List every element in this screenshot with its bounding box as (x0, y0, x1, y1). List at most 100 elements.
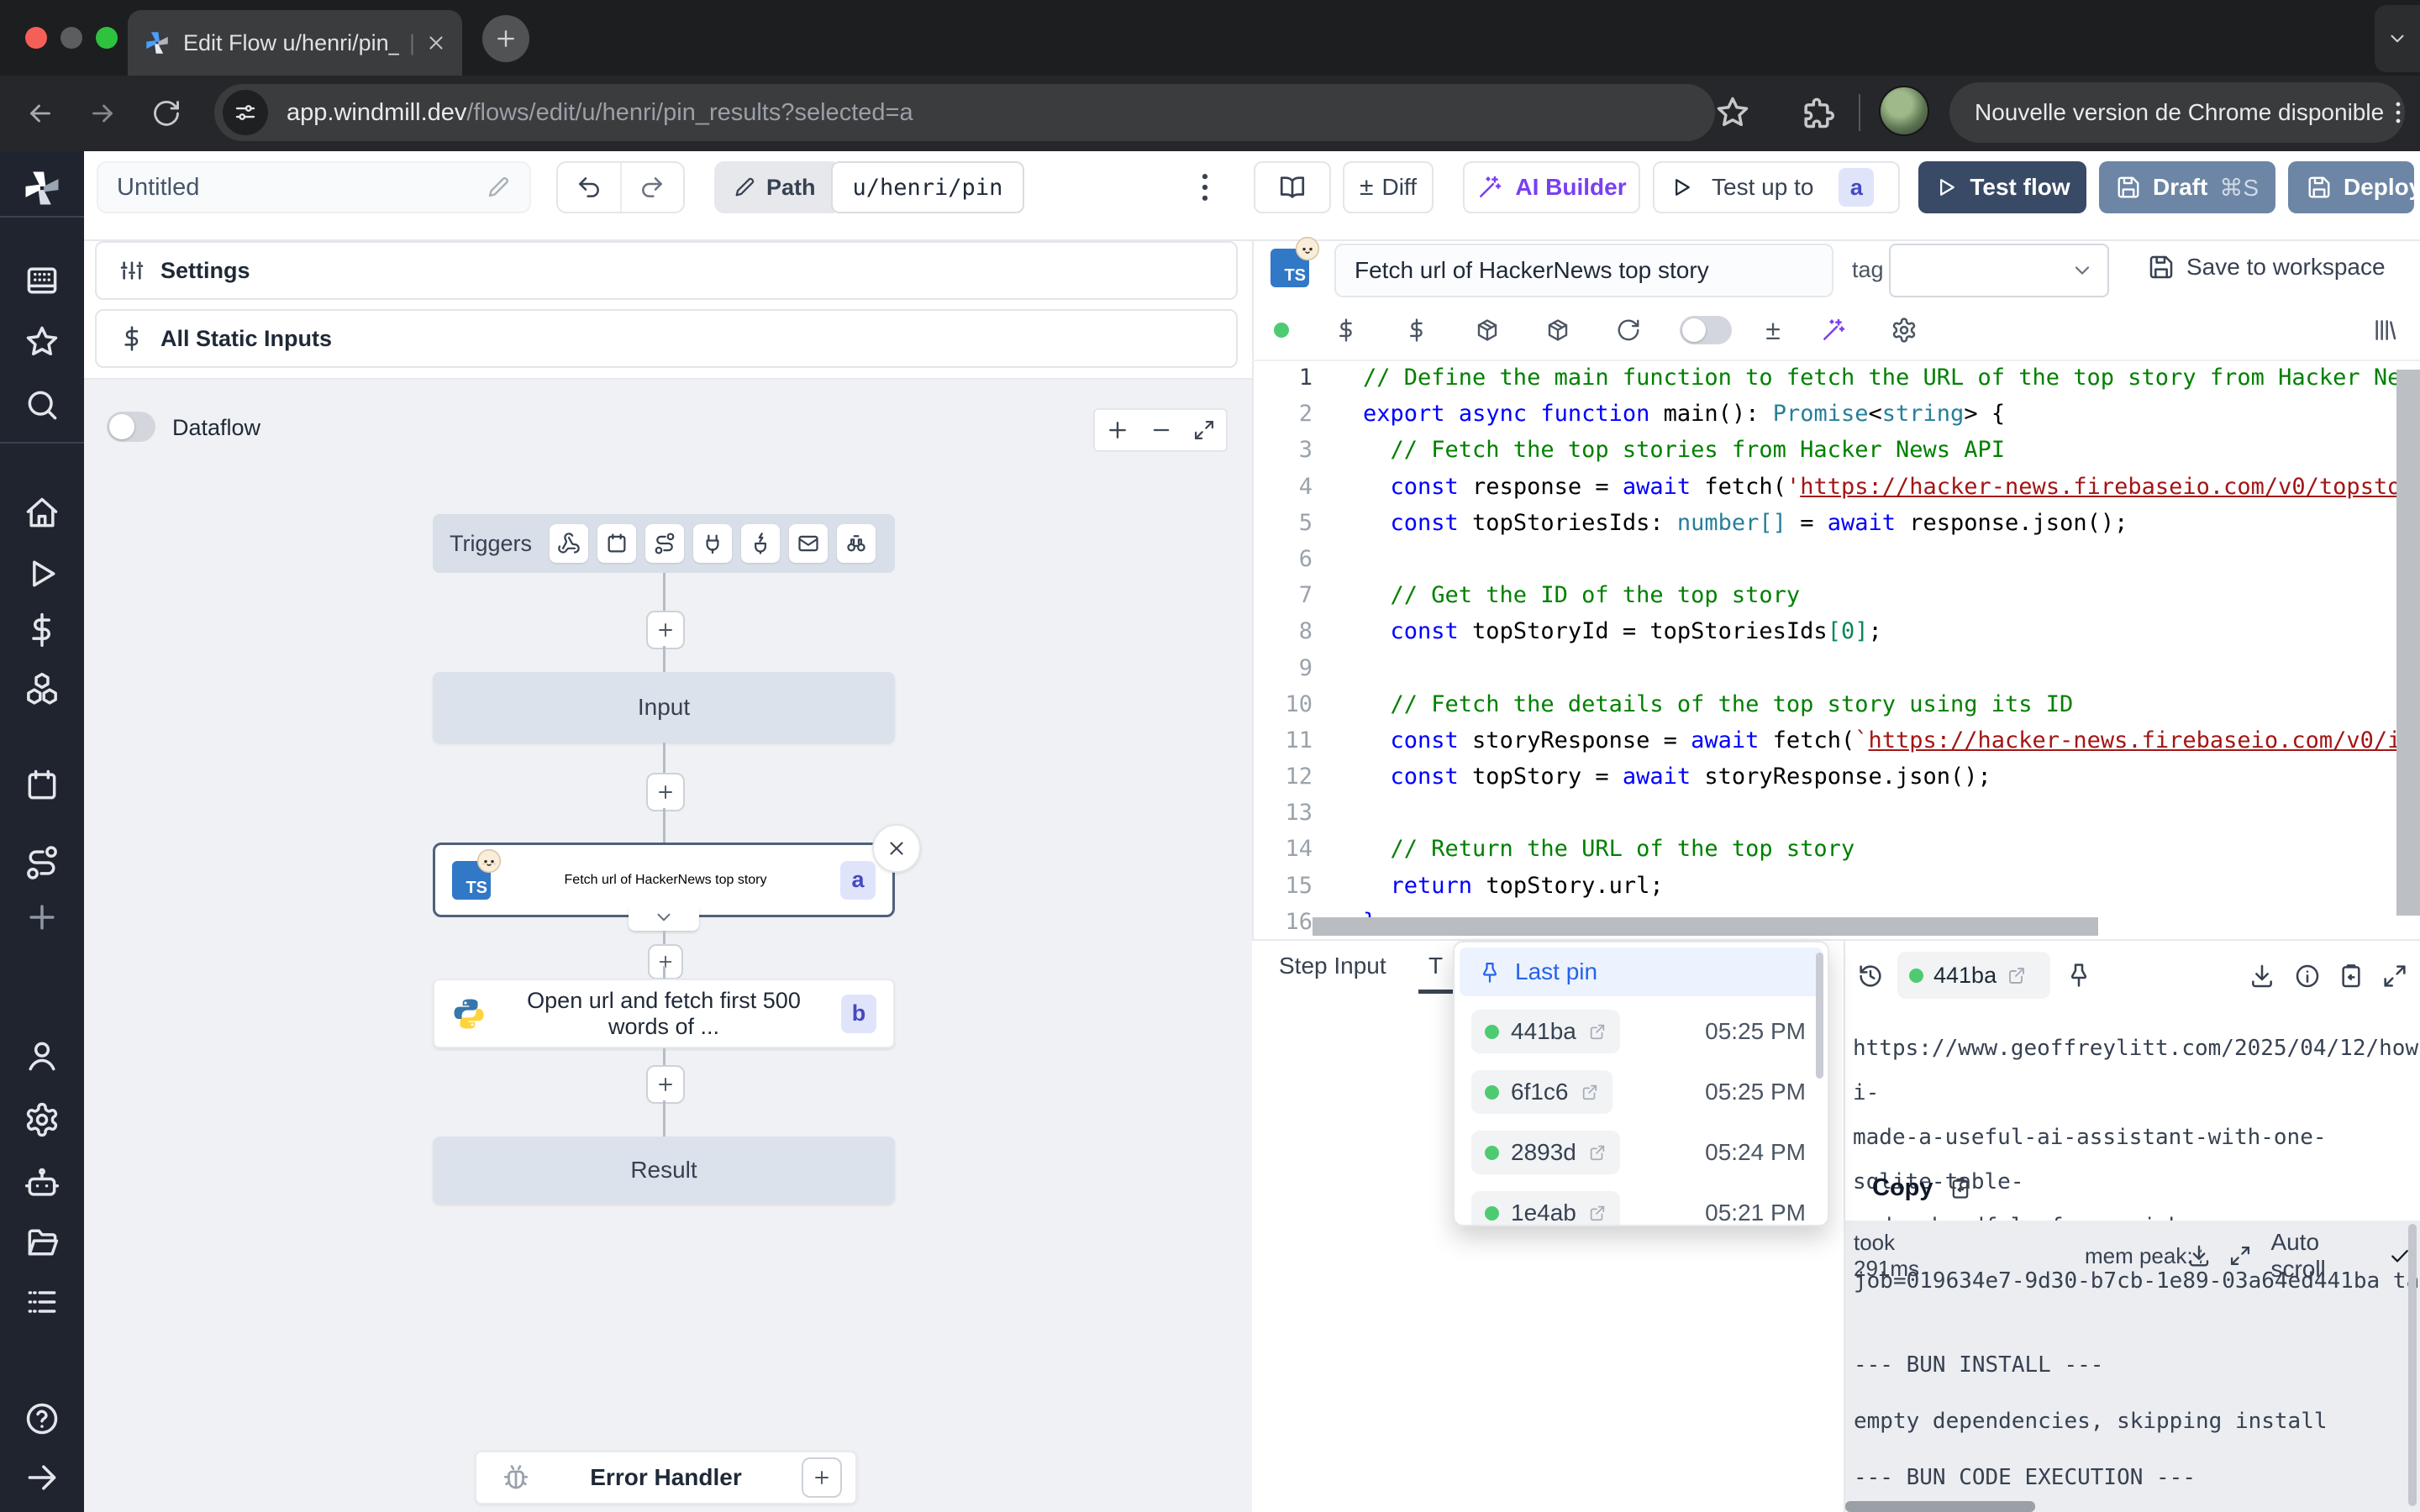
tab-step-input[interactable]: Step Input (1279, 953, 1386, 979)
path-value[interactable]: u/henri/pin (831, 161, 1025, 213)
editor-settings-button[interactable] (1869, 317, 1939, 344)
pin-item[interactable]: 6f1c605:25 PM (1455, 1062, 1828, 1122)
close-tab-icon[interactable] (425, 32, 447, 54)
expand-result-icon[interactable] (2381, 963, 2408, 990)
editor-vertical-scrollbar[interactable] (2396, 370, 2420, 916)
tag-select[interactable] (1889, 244, 2109, 297)
poll-trigger-button[interactable] (837, 524, 876, 563)
step-title-input[interactable]: Fetch url of HackerNews top story (1334, 244, 1833, 297)
route-trigger-button[interactable] (645, 524, 684, 563)
save-to-workspace-button[interactable]: Save to workspace (2148, 254, 2386, 281)
folders-icon[interactable] (24, 1224, 60, 1261)
static-inputs-row[interactable]: All Static Inputs (95, 309, 1238, 368)
clipboard-icon[interactable] (2338, 963, 2365, 990)
log-vertical-scrollbar[interactable] (2408, 1224, 2417, 1506)
triggers-node[interactable]: Triggers (433, 514, 895, 573)
docs-button[interactable] (1254, 161, 1331, 213)
package-button[interactable] (1452, 318, 1523, 343)
search-icon[interactable] (24, 386, 60, 423)
job-badge[interactable]: 441ba (1897, 952, 2050, 999)
add-step-button[interactable] (646, 773, 685, 811)
email-trigger-button[interactable] (789, 524, 828, 563)
external-link-icon[interactable] (1588, 1204, 1607, 1222)
draft-button[interactable]: Draft ⌘S (2099, 161, 2275, 213)
editor-horizontal-scrollbar[interactable] (1313, 917, 2098, 936)
log-panel[interactable]: took 291ms mem peak: 2 Auto scroll job=0… (1845, 1221, 2420, 1512)
back-icon[interactable] (25, 98, 55, 129)
expand-sidebar-icon[interactable] (24, 1459, 60, 1496)
browser-menu-icon[interactable] (2384, 98, 2412, 127)
external-link-icon[interactable] (1588, 1022, 1607, 1041)
expand-step-button[interactable] (629, 904, 699, 931)
ai-assistant-button[interactable] (1798, 317, 1869, 344)
apps-icon[interactable] (24, 262, 60, 299)
dataflow-toggle[interactable] (107, 412, 155, 442)
result-node[interactable]: Result (433, 1137, 895, 1204)
editor-toggle[interactable] (1664, 316, 1748, 344)
schedule-trigger-button[interactable] (597, 524, 636, 563)
settings-icon[interactable] (24, 1101, 60, 1138)
add-step-button[interactable] (646, 611, 685, 649)
variables-icon[interactable] (24, 612, 60, 648)
pin-item[interactable]: 1e4ab05:21 PM (1455, 1183, 1828, 1226)
copy-button[interactable]: Copy (1872, 1174, 1972, 1202)
window-chevron-button[interactable] (2375, 5, 2420, 72)
code-editor[interactable]: 1// Define the main function to fetch th… (1252, 360, 2420, 939)
fullscreen-window-button[interactable] (96, 27, 118, 49)
flow-name-input[interactable]: Untitled (97, 161, 531, 213)
webhook-trigger-button[interactable] (550, 524, 588, 563)
external-link-icon[interactable] (1588, 1143, 1607, 1162)
home-icon[interactable] (24, 495, 60, 532)
reload-icon[interactable] (151, 98, 182, 129)
new-tab-button[interactable] (482, 15, 529, 62)
chrome-update-button[interactable]: Nouvelle version de Chrome disponible (1949, 82, 2405, 143)
diff-button[interactable]: ±Diff (1343, 161, 1434, 213)
expand-logs-icon[interactable] (2228, 1244, 2252, 1268)
pin-result-icon[interactable] (2065, 961, 2092, 988)
bookmark-icon[interactable] (1714, 94, 1751, 131)
favorites-icon[interactable] (24, 323, 60, 360)
routes-icon[interactable] (24, 844, 60, 881)
url-bar[interactable]: app.windmill.dev/flows/edit/u/henri/pin_… (214, 84, 1715, 141)
remove-step-button[interactable] (872, 824, 921, 873)
pin-item[interactable]: 441ba05:25 PM (1455, 1001, 1828, 1062)
external-link-icon[interactable] (1581, 1083, 1599, 1101)
step-b-node[interactable]: Open url and fetch first 500 words of ..… (433, 979, 895, 1048)
download-result-icon[interactable] (2249, 963, 2275, 990)
settings-row[interactable]: Settings (95, 241, 1238, 300)
test-flow-button[interactable]: Test flow (1918, 161, 2086, 213)
package-button-2[interactable] (1523, 318, 1593, 343)
library-button[interactable] (2349, 317, 2420, 344)
websocket-trigger-button[interactable] (693, 524, 732, 563)
info-icon[interactable] (2294, 963, 2321, 990)
log-horizontal-scrollbar[interactable] (1845, 1501, 2035, 1512)
browser-tab[interactable]: Edit Flow u/henri/pin_results | (128, 10, 462, 76)
runs-icon[interactable] (24, 555, 60, 592)
ai-builder-button[interactable]: AI Builder (1463, 161, 1640, 213)
redo-button[interactable] (622, 163, 684, 212)
test-up-to-step-badge[interactable]: a (1839, 168, 1874, 207)
history-icon[interactable] (1857, 963, 1884, 990)
deploy-button[interactable]: Deploy (2288, 161, 2414, 213)
zoom-out-icon[interactable] (1150, 418, 1173, 442)
external-link-icon[interactable] (2007, 965, 2027, 985)
last-pin-option[interactable]: Last pin (1460, 948, 1823, 996)
minimize-window-button[interactable] (60, 27, 82, 49)
test-up-to-button[interactable]: Test up to a (1653, 161, 1900, 213)
edit-path-button[interactable]: Path (714, 161, 834, 213)
profile-avatar[interactable] (1879, 86, 1929, 136)
resources-icon[interactable] (24, 670, 60, 707)
more-options-icon[interactable] (1186, 165, 1223, 210)
kafka-trigger-button[interactable] (741, 524, 780, 563)
forward-icon[interactable] (87, 98, 118, 129)
users-icon[interactable] (24, 1037, 60, 1074)
download-logs-icon[interactable] (2186, 1243, 2212, 1268)
add-error-handler-button[interactable] (802, 1457, 842, 1498)
dropdown-scrollbar[interactable] (1816, 953, 1823, 1079)
help-icon[interactable] (24, 1400, 60, 1437)
site-settings-button[interactable] (223, 90, 268, 135)
tab-pin[interactable]: T (1428, 953, 1443, 979)
error-handler-node[interactable]: Error Handler (475, 1451, 857, 1504)
windmill-logo[interactable] (20, 166, 64, 210)
input-node[interactable]: Input (433, 672, 895, 743)
